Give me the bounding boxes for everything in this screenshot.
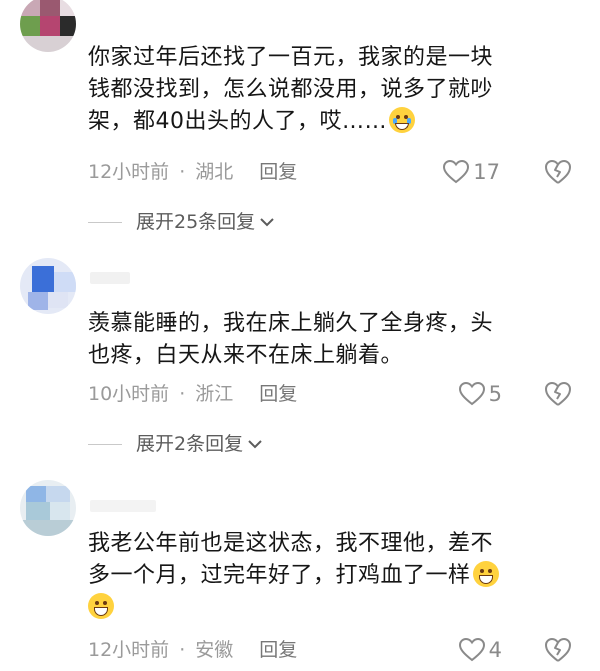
- username[interactable]: [90, 500, 156, 512]
- broken-heart-icon[interactable]: [544, 159, 572, 185]
- broken-heart-icon[interactable]: [544, 637, 572, 663]
- like-count: 17: [473, 160, 500, 184]
- comment-meta: 12小时前 · 湖北 回复: [88, 158, 297, 186]
- comment-item: 你家过年后还找了一百元，我家的是一块 钱都没找到，怎么说都没用，说多了就吵 架，…: [0, 0, 600, 240]
- grinning-emoji: [88, 593, 114, 619]
- expand-replies-button[interactable]: 展开2条回复: [88, 430, 263, 458]
- avatar[interactable]: [20, 258, 76, 314]
- comment-location: 浙江: [195, 383, 234, 405]
- comment-location: 湖北: [195, 161, 234, 183]
- like-button[interactable]: 17: [443, 158, 500, 186]
- chevron-down-icon: [260, 218, 274, 227]
- username[interactable]: [90, 272, 130, 284]
- avatar[interactable]: [20, 480, 76, 536]
- comment-meta: 12小时前 · 安徽 回复: [88, 636, 297, 664]
- like-button[interactable]: 5: [458, 380, 502, 408]
- comment-text: 你家过年后还找了一百元，我家的是一块 钱都没找到，怎么说都没用，说多了就吵 架，…: [88, 45, 494, 134]
- like-count: 4: [488, 638, 502, 662]
- like-button[interactable]: 4: [458, 636, 502, 664]
- comment-item: 我老公年前也是这状态，我不理他，差不 多一个月，过完年好了，打鸡血了一样 12小…: [0, 470, 600, 671]
- comment-text: 我老公年前也是这状态，我不理他，差不 多一个月，过完年好了，打鸡血了一样: [88, 528, 558, 624]
- comment-location: 安徽: [195, 639, 234, 661]
- expand-replies-button[interactable]: 展开25条回复: [88, 208, 275, 236]
- comment-item: 羡慕能睡的，我在床上躺久了全身疼，头 也疼，白天从来不在床上躺着。 10小时前 ·…: [0, 250, 600, 460]
- avatar[interactable]: [20, 0, 76, 52]
- heart-icon: [458, 638, 485, 662]
- crying-emoji: [389, 107, 415, 133]
- grinning-emoji: [472, 561, 499, 587]
- comment-meta: 10小时前 · 浙江 回复: [88, 380, 297, 408]
- comment-time: 12小时前: [88, 639, 170, 661]
- comment-time: 12小时前: [88, 161, 170, 183]
- broken-heart-icon[interactable]: [544, 381, 572, 407]
- reply-button[interactable]: 回复: [259, 380, 297, 408]
- comment-time: 10小时前: [88, 383, 170, 405]
- heart-icon: [443, 160, 470, 184]
- comment-text: 羡慕能睡的，我在床上躺久了全身疼，头 也疼，白天从来不在床上躺着。: [88, 311, 494, 368]
- like-count: 5: [488, 382, 502, 406]
- chevron-down-icon: [248, 440, 262, 449]
- reply-button[interactable]: 回复: [259, 158, 297, 186]
- heart-icon: [458, 382, 485, 406]
- reply-button[interactable]: 回复: [259, 636, 297, 664]
